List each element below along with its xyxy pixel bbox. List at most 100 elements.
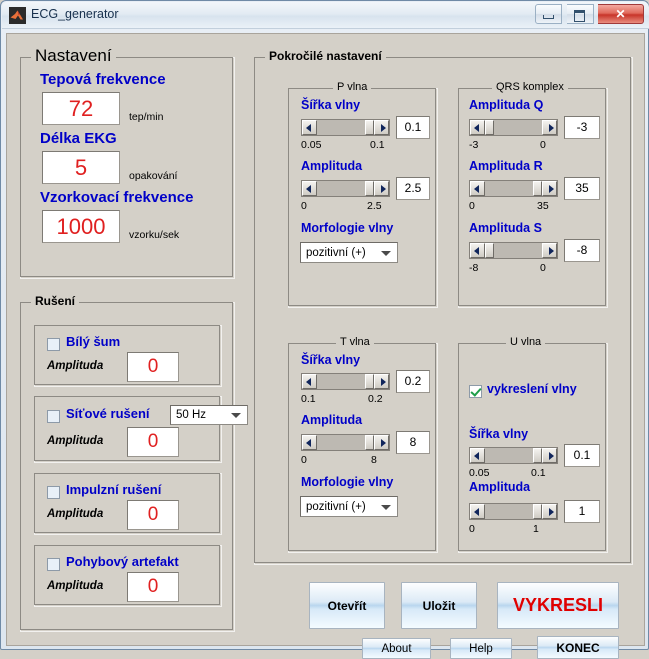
u-amplitude-slider[interactable] [469, 503, 558, 520]
t-amplitude-slider[interactable] [301, 434, 390, 451]
slider-thumb[interactable] [365, 181, 374, 196]
p-width-max-tick: 0.1 [370, 139, 385, 151]
quit-button[interactable]: KONEC [537, 636, 619, 659]
p-morphology-value: pozitivní (+) [306, 246, 366, 259]
sampling-rate-input[interactable]: 1000 [42, 210, 120, 243]
slider-left-arrow-icon[interactable] [302, 374, 317, 389]
white-noise-checkbox[interactable] [47, 338, 60, 351]
white-noise-amplitude-label: Amplituda [47, 360, 104, 372]
motion-artifact-group: Pohybový artefakt Amplituda 0 [34, 545, 222, 607]
u-width-slider[interactable] [469, 447, 558, 464]
qrs-s-input[interactable]: -8 [564, 239, 600, 262]
p-morphology-dropdown[interactable]: pozitivní (+) [300, 242, 398, 263]
mains-frequency-value: 50 Hz [176, 409, 207, 421]
slider-right-arrow-icon[interactable] [542, 448, 557, 463]
slider-thumb[interactable] [533, 448, 542, 463]
ecg-length-input[interactable]: 5 [42, 151, 120, 184]
save-button[interactable]: Uložit [401, 582, 477, 629]
slider-left-arrow-icon[interactable] [470, 448, 485, 463]
window-controls: ✕ [535, 4, 644, 26]
u-amplitude-max-tick: 1 [533, 523, 539, 535]
t-wave-title: T vlna [336, 336, 374, 348]
plot-button[interactable]: VYKRESLI [497, 582, 619, 629]
t-width-input[interactable]: 0.2 [396, 370, 430, 393]
t-morphology-dropdown[interactable]: pozitivní (+) [300, 496, 398, 517]
white-noise-amplitude-input[interactable]: 0 [127, 352, 179, 382]
slider-left-arrow-icon[interactable] [470, 243, 485, 258]
heart-rate-label: Tepová frekvence [40, 71, 166, 88]
t-amplitude-max-tick: 8 [371, 454, 377, 466]
slider-left-arrow-icon[interactable] [302, 435, 317, 450]
ecg-length-label: Délka EKG [40, 130, 117, 147]
slider-thumb[interactable] [365, 435, 374, 450]
qrs-s-min-tick: -8 [469, 262, 479, 274]
p-amplitude-min-tick: 0 [301, 200, 307, 212]
slider-thumb[interactable] [365, 374, 374, 389]
mains-noise-label: Síťové rušení [66, 406, 150, 421]
slider-right-arrow-icon[interactable] [374, 181, 389, 196]
slider-right-arrow-icon[interactable] [542, 181, 557, 196]
matlab-icon [9, 7, 26, 24]
maximize-button[interactable] [566, 4, 594, 24]
close-button[interactable]: ✕ [598, 4, 644, 24]
slider-left-arrow-icon[interactable] [302, 120, 317, 135]
qrs-s-slider[interactable] [469, 242, 558, 259]
motion-artifact-checkbox[interactable] [47, 558, 60, 571]
qrs-r-slider[interactable] [469, 180, 558, 197]
chevron-down-icon [381, 504, 391, 510]
u-wave-draw-checkbox[interactable] [469, 385, 482, 398]
u-amplitude-input[interactable]: 1 [564, 500, 600, 523]
slider-right-arrow-icon[interactable] [374, 435, 389, 450]
qrs-q-max-tick: 0 [540, 139, 546, 151]
heart-rate-input[interactable]: 72 [42, 92, 120, 125]
t-width-min-tick: 0.1 [301, 393, 316, 405]
about-button[interactable]: About [362, 638, 431, 659]
slider-thumb[interactable] [533, 181, 542, 196]
impulse-noise-amplitude-label: Amplituda [47, 508, 104, 520]
slider-left-arrow-icon[interactable] [302, 181, 317, 196]
qrs-q-slider[interactable] [469, 119, 558, 136]
motion-artifact-amplitude-label: Amplituda [47, 580, 104, 592]
t-morphology-value: pozitivní (+) [306, 500, 366, 513]
qrs-r-input[interactable]: 35 [564, 177, 600, 200]
slider-thumb[interactable] [485, 243, 494, 258]
impulse-noise-amplitude-input[interactable]: 0 [127, 500, 179, 530]
advanced-settings-panel: Pokročilé nastavení P vlna Šířka vlny 0.… [254, 49, 633, 565]
mains-noise-checkbox[interactable] [47, 410, 60, 423]
slider-right-arrow-icon[interactable] [542, 504, 557, 519]
slider-right-arrow-icon[interactable] [542, 120, 557, 135]
p-width-min-tick: 0.05 [301, 139, 322, 151]
open-button[interactable]: Otevřít [309, 582, 385, 629]
mains-noise-amplitude-input[interactable]: 0 [127, 427, 179, 457]
slider-right-arrow-icon[interactable] [374, 374, 389, 389]
minimize-button[interactable] [535, 4, 563, 24]
p-width-slider[interactable] [301, 119, 390, 136]
t-width-slider[interactable] [301, 373, 390, 390]
u-wave-title: U vlna [506, 336, 546, 348]
motion-artifact-amplitude-input[interactable]: 0 [127, 572, 179, 602]
p-width-input[interactable]: 0.1 [396, 116, 430, 139]
p-amplitude-max-tick: 2.5 [367, 200, 382, 212]
qrs-title: QRS komplex [492, 81, 568, 93]
slider-right-arrow-icon[interactable] [542, 243, 557, 258]
qrs-s-max-tick: 0 [540, 262, 546, 274]
slider-thumb[interactable] [365, 120, 374, 135]
u-amplitude-label: Amplituda [469, 480, 531, 494]
p-width-label: Šířka vlny [301, 98, 361, 112]
qrs-q-label: Amplituda Q [469, 98, 544, 112]
mains-frequency-dropdown[interactable]: 50 Hz [170, 405, 248, 425]
u-amplitude-min-tick: 0 [469, 523, 475, 535]
slider-left-arrow-icon[interactable] [470, 504, 485, 519]
slider-right-arrow-icon[interactable] [374, 120, 389, 135]
t-amplitude-input[interactable]: 8 [396, 431, 430, 454]
p-amplitude-slider[interactable] [301, 180, 390, 197]
u-width-input[interactable]: 0.1 [564, 444, 600, 467]
slider-left-arrow-icon[interactable] [470, 181, 485, 196]
slider-thumb[interactable] [533, 504, 542, 519]
p-amplitude-input[interactable]: 2.5 [396, 177, 430, 200]
qrs-q-input[interactable]: -3 [564, 116, 600, 139]
help-button[interactable]: Help [450, 638, 512, 659]
slider-left-arrow-icon[interactable] [470, 120, 485, 135]
impulse-noise-checkbox[interactable] [47, 486, 60, 499]
slider-thumb[interactable] [485, 120, 494, 135]
